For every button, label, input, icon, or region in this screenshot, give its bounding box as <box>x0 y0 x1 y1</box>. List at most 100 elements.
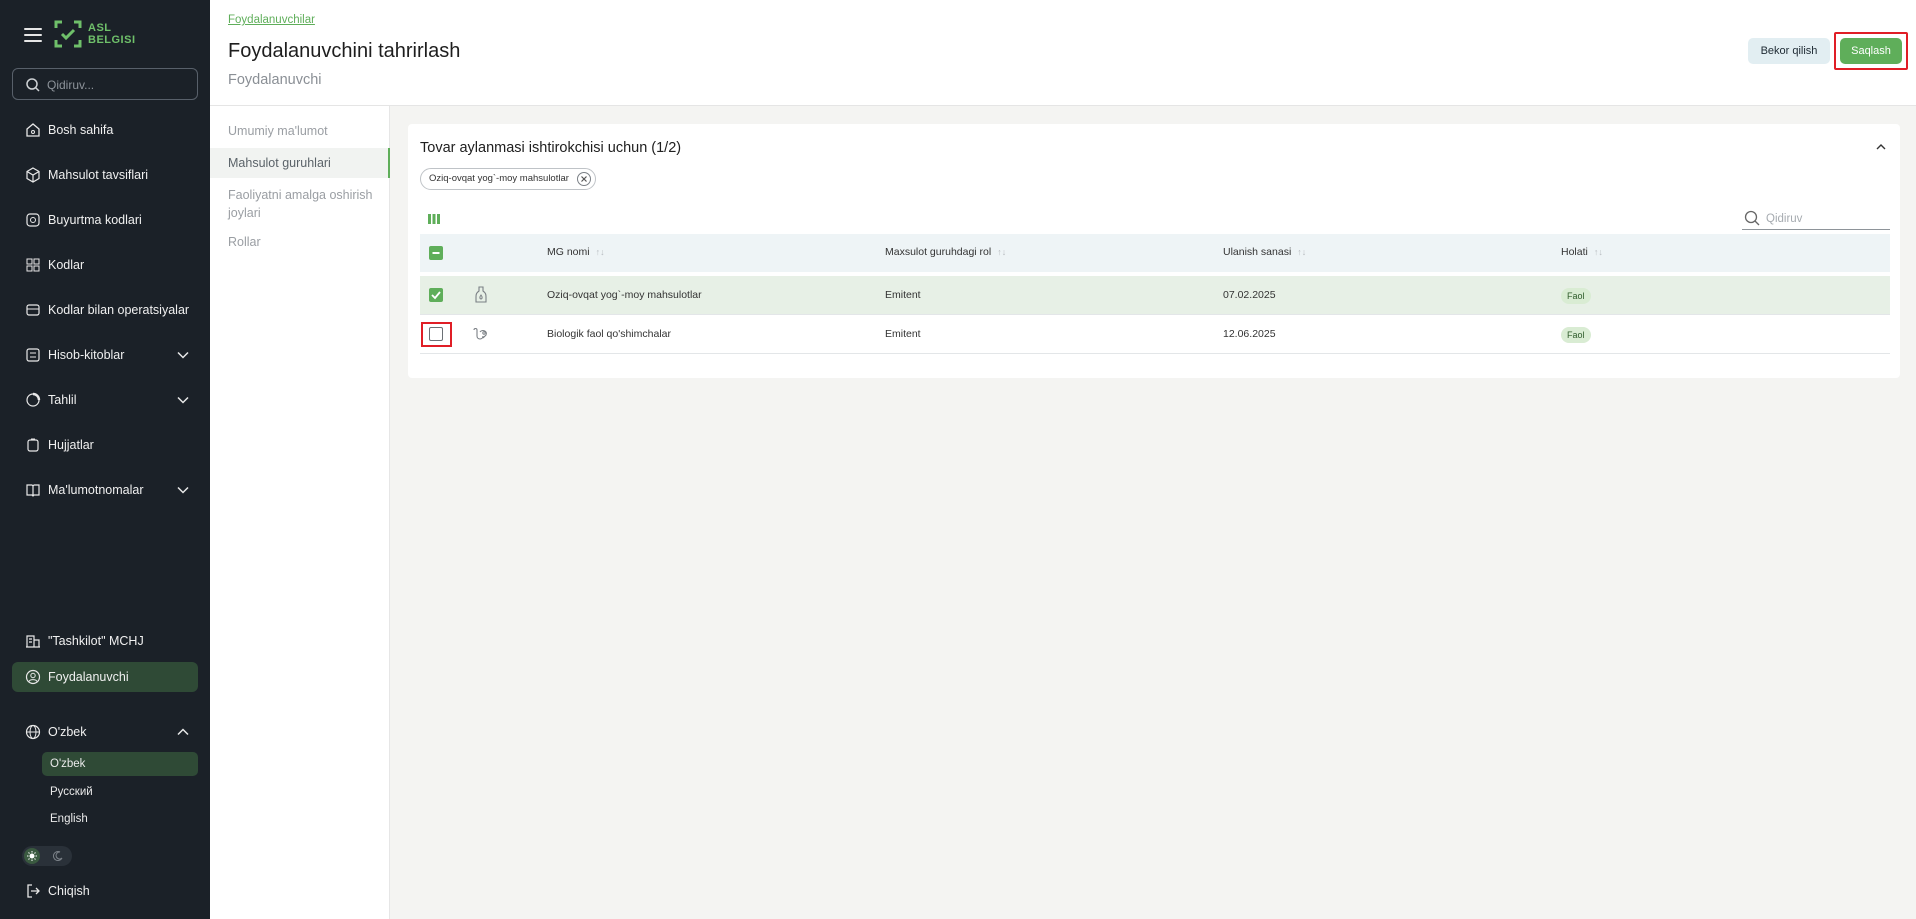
language-option-label: O'zbek <box>50 758 86 770</box>
sort-icon[interactable]: ↑↓ <box>1594 247 1603 257</box>
sidebar: ASL BELGISI Bosh sahifa Mahsulot tavsifl… <box>0 0 210 919</box>
user-name: Foydalanuvchi <box>48 670 129 684</box>
checkbox-highlight <box>421 322 452 347</box>
theme-toggle[interactable] <box>22 846 72 866</box>
logout-label: Chiqish <box>48 884 90 898</box>
section-tab-label: Mahsulot guruhlari <box>228 156 331 170</box>
language-selector[interactable]: O'zbek <box>12 717 198 747</box>
sidebar-organization[interactable]: "Tashkilot" MCHJ <box>12 626 198 656</box>
sidebar-item-order-codes[interactable]: Buyurtma kodlari <box>12 205 198 235</box>
section-tab-general[interactable]: Umumiy ma'lumot <box>210 122 390 140</box>
table-row[interactable]: Biologik faol qo'shimchalar Emitent 12.0… <box>420 315 1890 354</box>
column-header-mg-name[interactable]: MG nomi ↑↓ <box>547 246 605 258</box>
sidebar-search[interactable] <box>12 68 198 100</box>
section-tab-roles[interactable]: Rollar <box>210 233 390 251</box>
sun-icon[interactable] <box>24 848 40 864</box>
search-icon <box>26 78 40 92</box>
chevron-down-icon <box>177 396 189 404</box>
supplement-icon <box>473 327 487 340</box>
sidebar-item-accounts[interactable]: Hisob-kitoblar <box>12 340 198 370</box>
sidebar-user[interactable]: Foydalanuvchi <box>12 662 198 692</box>
mg-name: Biologik faol qo'shimchalar <box>547 328 671 340</box>
sidebar-item-label: Hisob-kitoblar <box>48 348 125 362</box>
role: Emitent <box>885 328 921 340</box>
operations-icon <box>24 301 42 319</box>
filter-chip-label: Oziq-ovqat yog`-moy mahsulotlar <box>429 173 569 184</box>
check-icon <box>431 291 441 300</box>
select-all-checkbox[interactable] <box>429 246 443 260</box>
sidebar-item-product-descriptions[interactable]: Mahsulot tavsiflari <box>12 160 198 190</box>
logout-button[interactable]: Chiqish <box>12 876 198 906</box>
table-search-input[interactable] <box>1766 210 1886 228</box>
logout-icon <box>24 882 42 900</box>
save-button[interactable]: Saqlash <box>1840 38 1902 64</box>
page-subtitle: Foydalanuvchi <box>228 72 322 88</box>
section-tab-activity-locations[interactable]: Faoliyatni amalga oshirish joylari <box>210 186 380 222</box>
logo-mark-icon <box>54 20 82 48</box>
sidebar-item-codes[interactable]: Kodlar <box>12 250 198 280</box>
table-header: MG nomi ↑↓ Maxsulot guruhdagi rol ↑↓ Ulani… <box>420 234 1890 272</box>
sidebar-item-label: Ma'lumotnomalar <box>48 483 144 497</box>
analytics-icon <box>24 391 42 409</box>
logo[interactable]: ASL BELGISI <box>52 18 142 52</box>
sort-icon[interactable]: ↑↓ <box>997 247 1006 257</box>
table-row[interactable]: Oziq-ovqat yog`-moy mahsulotlar Emitent … <box>420 276 1890 315</box>
sidebar-item-references[interactable]: Ma'lumotnomalar <box>12 475 198 505</box>
chevron-up-icon[interactable] <box>1874 140 1888 154</box>
section-tab-product-groups[interactable]: Mahsulot guruhlari <box>210 148 390 178</box>
product-groups-card: Tovar aylanmasi ishtirokchisi uchun (1/2… <box>408 124 1900 378</box>
box-icon <box>24 166 42 184</box>
row-checkbox[interactable] <box>429 288 443 302</box>
column-header-role[interactable]: Maxsulot guruhdagi rol ↑↓ <box>885 246 1006 258</box>
sidebar-item-label: Tahlil <box>48 393 77 407</box>
sidebar-top: ASL BELGISI <box>0 16 210 52</box>
save-button-highlight: Saqlash <box>1834 32 1908 70</box>
filter-chip: Oziq-ovqat yog`-moy mahsulotlar <box>420 168 596 190</box>
moon-icon[interactable] <box>50 848 66 864</box>
search-icon <box>1744 210 1760 226</box>
accounts-icon <box>24 346 42 364</box>
document-icon <box>24 436 42 454</box>
status-badge: Faol <box>1561 288 1591 304</box>
page-header: Foydalanuvchilar Foydalanuvchini tahrirl… <box>210 0 1916 106</box>
card-title: Tovar aylanmasi ishtirokchisi uchun (1/2… <box>420 140 682 156</box>
oil-bottle-icon <box>475 286 487 303</box>
column-header-label: Maxsulot guruhdagi rol <box>885 246 992 258</box>
sidebar-item-home[interactable]: Bosh sahifa <box>12 115 198 145</box>
language-option-uz[interactable]: O'zbek <box>42 752 198 776</box>
order-codes-icon <box>24 211 42 229</box>
role: Emitent <box>885 289 921 301</box>
sidebar-item-label: Buyurtma kodlari <box>48 213 142 227</box>
sidebar-item-label: Kodlar bilan operatsiyalar <box>48 303 190 317</box>
section-nav: Umumiy ma'lumot Mahsulot guruhlari Faoli… <box>210 106 390 919</box>
sidebar-item-label: Kodlar <box>48 258 85 272</box>
user-icon <box>24 668 42 686</box>
language-option-en[interactable]: English <box>42 807 198 831</box>
sidebar-item-documents[interactable]: Hujjatlar <box>12 430 198 460</box>
sidebar-item-analytics[interactable]: Tahlil <box>12 385 198 415</box>
organization-name: "Tashkilot" MCHJ <box>48 634 144 648</box>
columns-icon[interactable] <box>427 212 441 226</box>
sort-icon[interactable]: ↑↓ <box>1297 247 1306 257</box>
language-option-ru[interactable]: Русский <box>42 780 198 804</box>
chevron-down-icon <box>177 351 189 359</box>
breadcrumb-users[interactable]: Foydalanuvchilar <box>228 14 315 26</box>
table-search[interactable] <box>1742 208 1890 230</box>
qr-code-icon <box>24 256 42 274</box>
chevron-up-icon <box>177 728 189 736</box>
globe-icon <box>24 723 42 741</box>
sidebar-item-code-operations[interactable]: Kodlar bilan operatsiyalar <box>12 295 198 325</box>
language-option-label: English <box>50 813 88 825</box>
sidebar-item-label: Bosh sahifa <box>48 123 114 137</box>
column-header-label: MG nomi <box>547 246 590 258</box>
minus-icon <box>432 252 440 254</box>
cancel-button[interactable]: Bekor qilish <box>1748 38 1830 64</box>
search-input[interactable] <box>47 75 187 95</box>
column-header-date[interactable]: Ulanish sanasi ↑↓ <box>1223 246 1306 258</box>
column-header-label: Holati <box>1561 246 1588 258</box>
close-icon[interactable] <box>576 172 591 186</box>
column-header-status[interactable]: Holati ↑↓ <box>1561 246 1603 258</box>
menu-icon[interactable] <box>24 28 42 42</box>
connection-date: 07.02.2025 <box>1223 289 1276 301</box>
sort-icon[interactable]: ↑↓ <box>596 247 605 257</box>
